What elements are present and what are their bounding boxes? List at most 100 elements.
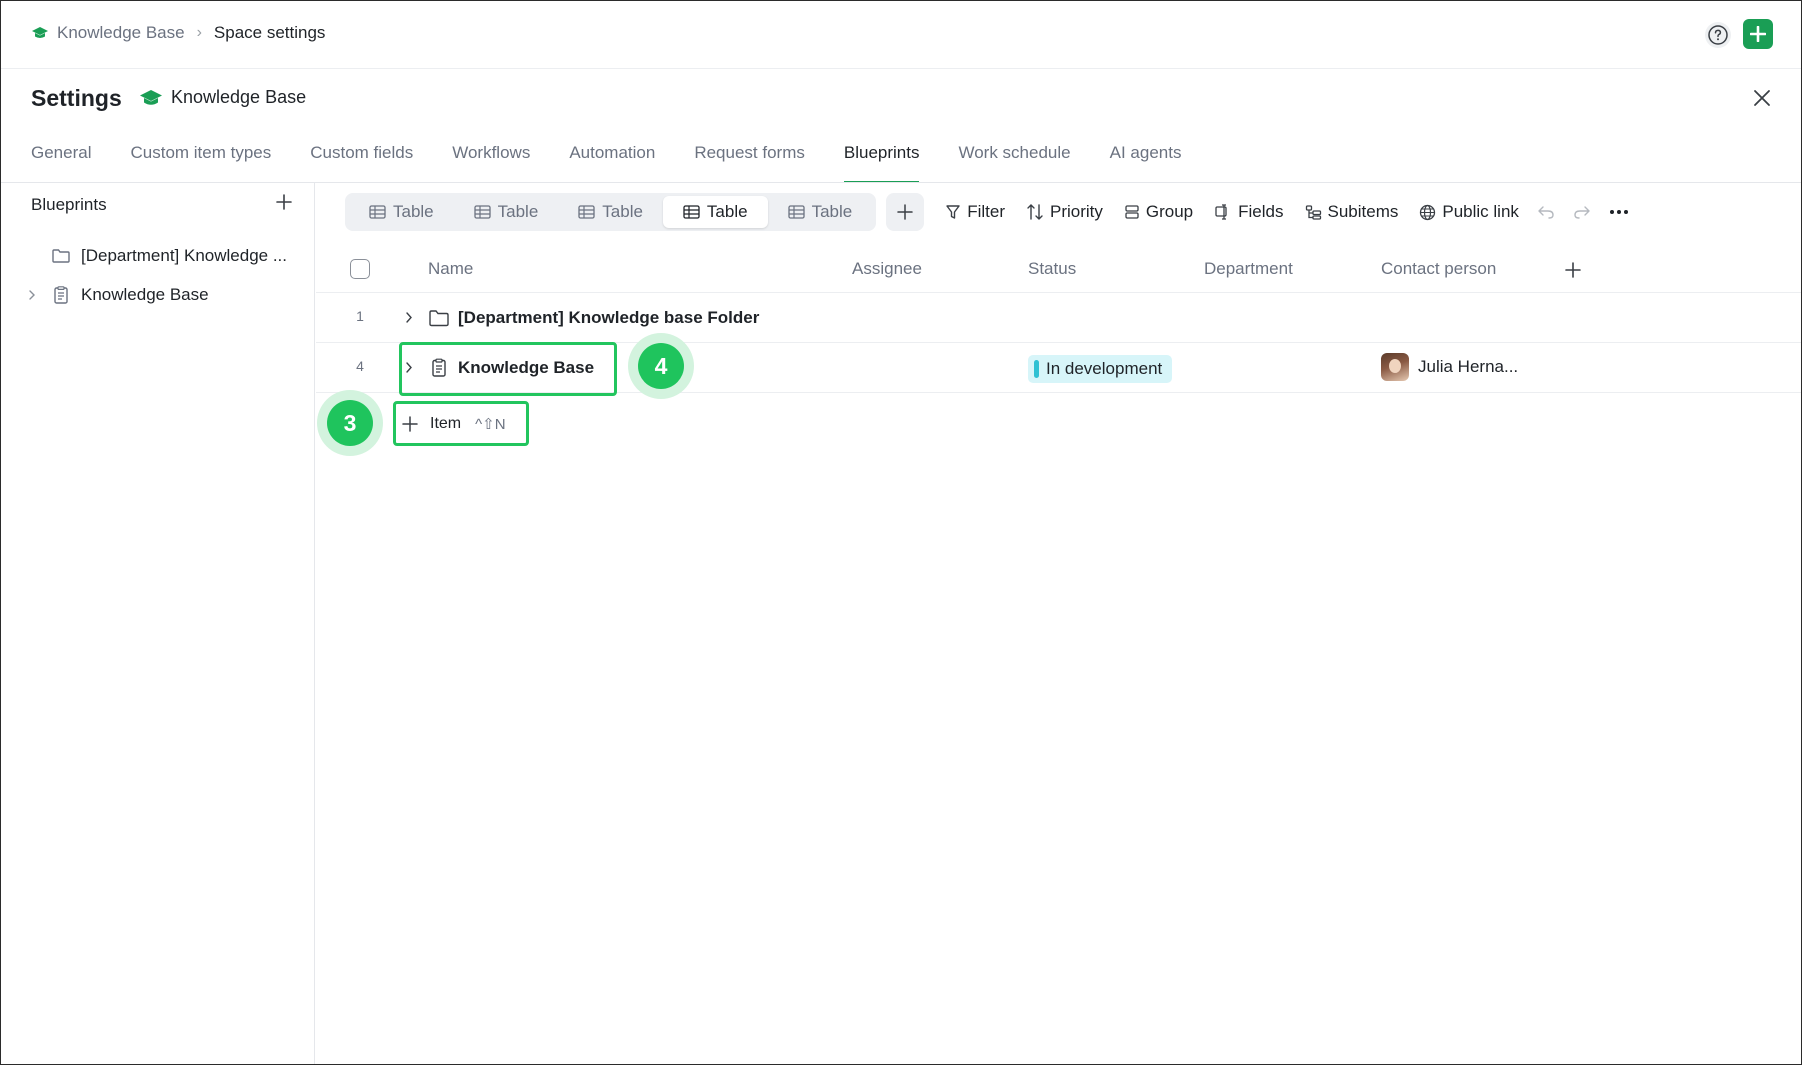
plus-icon: [276, 194, 292, 210]
sidebar-item-label: [Department] Knowledge ...: [81, 246, 288, 265]
view-tab-table-3[interactable]: Table: [558, 196, 663, 228]
view-tab-table-2[interactable]: Table: [454, 196, 559, 228]
graduation-cap-icon: [140, 89, 162, 105]
settings-tabs: General Custom item types Custom fields …: [31, 141, 1220, 183]
redo-button[interactable]: [1573, 204, 1591, 220]
fields-label: Fields: [1238, 202, 1284, 221]
help-icon: [1708, 25, 1728, 45]
app-window: Knowledge Base › Space settings Settings…: [0, 0, 1802, 1065]
contact-person-name: Julia Herna...: [1418, 357, 1519, 376]
fields-icon: [1215, 204, 1227, 220]
chevron-right-icon[interactable]: [27, 289, 37, 301]
more-horizontal-icon: [1609, 210, 1628, 214]
more-options-button[interactable]: [1609, 209, 1629, 215]
globe-icon: [1420, 204, 1436, 220]
subitems-button[interactable]: Subitems: [1305, 202, 1398, 222]
undo-icon: [1538, 206, 1554, 219]
close-icon: [1754, 90, 1770, 106]
public-link-button[interactable]: Public link: [1419, 202, 1519, 222]
tab-custom-fields[interactable]: Custom fields: [310, 141, 413, 183]
group-button[interactable]: Group: [1124, 202, 1193, 222]
sidebar-item-department-folder[interactable]: [Department] Knowledge ...: [1, 240, 315, 272]
create-button[interactable]: [1743, 19, 1773, 49]
view-tab-label: Table: [811, 202, 853, 221]
highlight-box-knowledge-base: [399, 342, 617, 396]
status-label: In development: [1046, 359, 1163, 378]
group-label: Group: [1145, 202, 1194, 221]
folder-icon: [429, 310, 449, 327]
tab-automation[interactable]: Automation: [569, 141, 655, 183]
view-tab-table-1[interactable]: Table: [349, 196, 454, 228]
breadcrumb-space-link[interactable]: Knowledge Base: [57, 23, 185, 43]
chevron-right-icon: ›: [196, 24, 202, 41]
table-icon: [369, 205, 386, 219]
redo-icon: [1574, 206, 1590, 219]
space-name: Knowledge Base: [171, 87, 307, 107]
undo-button[interactable]: [1537, 204, 1555, 220]
view-tab-label: Table: [393, 202, 434, 221]
top-bar: Knowledge Base › Space settings: [1, 1, 1801, 69]
view-tab-table-5[interactable]: Table: [768, 196, 873, 228]
filter-button[interactable]: Filter: [945, 202, 1005, 222]
tab-ai-agents[interactable]: AI agents: [1110, 141, 1182, 183]
table-icon: [578, 205, 595, 219]
blueprints-sidebar: Blueprints [Department] Knowledge ... Kn…: [1, 183, 315, 1064]
add-item-button[interactable]: Item ^⇧N: [393, 401, 529, 446]
row-number: 4: [356, 358, 364, 374]
sort-icon: [1027, 204, 1043, 220]
table-icon: [787, 205, 805, 219]
tab-blueprints[interactable]: Blueprints: [843, 141, 919, 183]
tab-workflows[interactable]: Workflows: [452, 141, 530, 183]
table-row[interactable]: 1 [Department] Knowledge base Folder: [316, 293, 1801, 343]
step-badge-4: 4: [628, 333, 694, 399]
column-header-name[interactable]: Name: [428, 259, 473, 279]
add-view-button[interactable]: [886, 193, 925, 231]
view-tab-label: Table: [497, 202, 539, 221]
row-name[interactable]: [Department] Knowledge base Folder: [458, 308, 759, 328]
add-item-label: Item: [430, 414, 462, 432]
filter-icon: [946, 205, 960, 219]
column-header-department[interactable]: Department: [1204, 259, 1293, 279]
page-title: Settings: [31, 85, 122, 111]
sidebar-item-knowledge-base[interactable]: Knowledge Base: [1, 279, 315, 311]
contact-person-cell[interactable]: Julia Herna...: [1381, 353, 1518, 381]
add-column-icon[interactable]: [1564, 261, 1582, 279]
tab-request-forms[interactable]: Request forms: [694, 141, 805, 183]
select-all-checkbox[interactable]: [350, 259, 370, 279]
close-button[interactable]: [1751, 87, 1773, 109]
fields-button[interactable]: Fields: [1214, 202, 1284, 222]
add-blueprint-button[interactable]: [275, 193, 293, 211]
tab-general[interactable]: General: [31, 141, 91, 183]
step-number: 3: [327, 400, 373, 446]
view-tab-table-4[interactable]: Table: [662, 196, 768, 228]
avatar: [1381, 353, 1409, 381]
view-toolbar: Table Table Table Table Table Filter Pri…: [345, 193, 1629, 231]
view-switcher: Table Table Table Table Table: [345, 193, 877, 231]
subitems-icon: [1305, 205, 1321, 220]
help-button[interactable]: [1705, 22, 1731, 48]
step-number: 4: [638, 343, 684, 389]
priority-sort-button[interactable]: Priority: [1026, 202, 1103, 222]
plus-icon: [402, 415, 418, 432]
tab-work-schedule[interactable]: Work schedule: [958, 141, 1070, 183]
public-link-label: Public link: [1442, 202, 1519, 221]
plus-icon: [897, 204, 913, 220]
graduation-cap-icon: [32, 27, 48, 38]
column-header-status[interactable]: Status: [1028, 259, 1076, 279]
group-icon: [1125, 205, 1139, 219]
space-label: Knowledge Base: [139, 87, 306, 108]
chevron-right-icon[interactable]: [404, 311, 414, 324]
keyboard-shortcut: ^⇧N: [475, 415, 506, 433]
column-header-assignee[interactable]: Assignee: [852, 259, 922, 279]
table-icon: [683, 205, 700, 219]
sidebar-item-label: Knowledge Base: [81, 285, 209, 304]
breadcrumb: Knowledge Base › Space settings: [31, 23, 325, 43]
document-icon: [54, 286, 68, 304]
status-badge[interactable]: In development: [1028, 355, 1173, 383]
priority-label: Priority: [1049, 202, 1103, 221]
sidebar-title: Blueprints: [31, 195, 107, 214]
column-header-contact-person[interactable]: Contact person: [1381, 259, 1496, 279]
tab-custom-item-types[interactable]: Custom item types: [130, 141, 271, 183]
filter-label: Filter: [967, 202, 1005, 221]
table-header: Name Assignee Status Department Contact …: [316, 247, 1801, 293]
